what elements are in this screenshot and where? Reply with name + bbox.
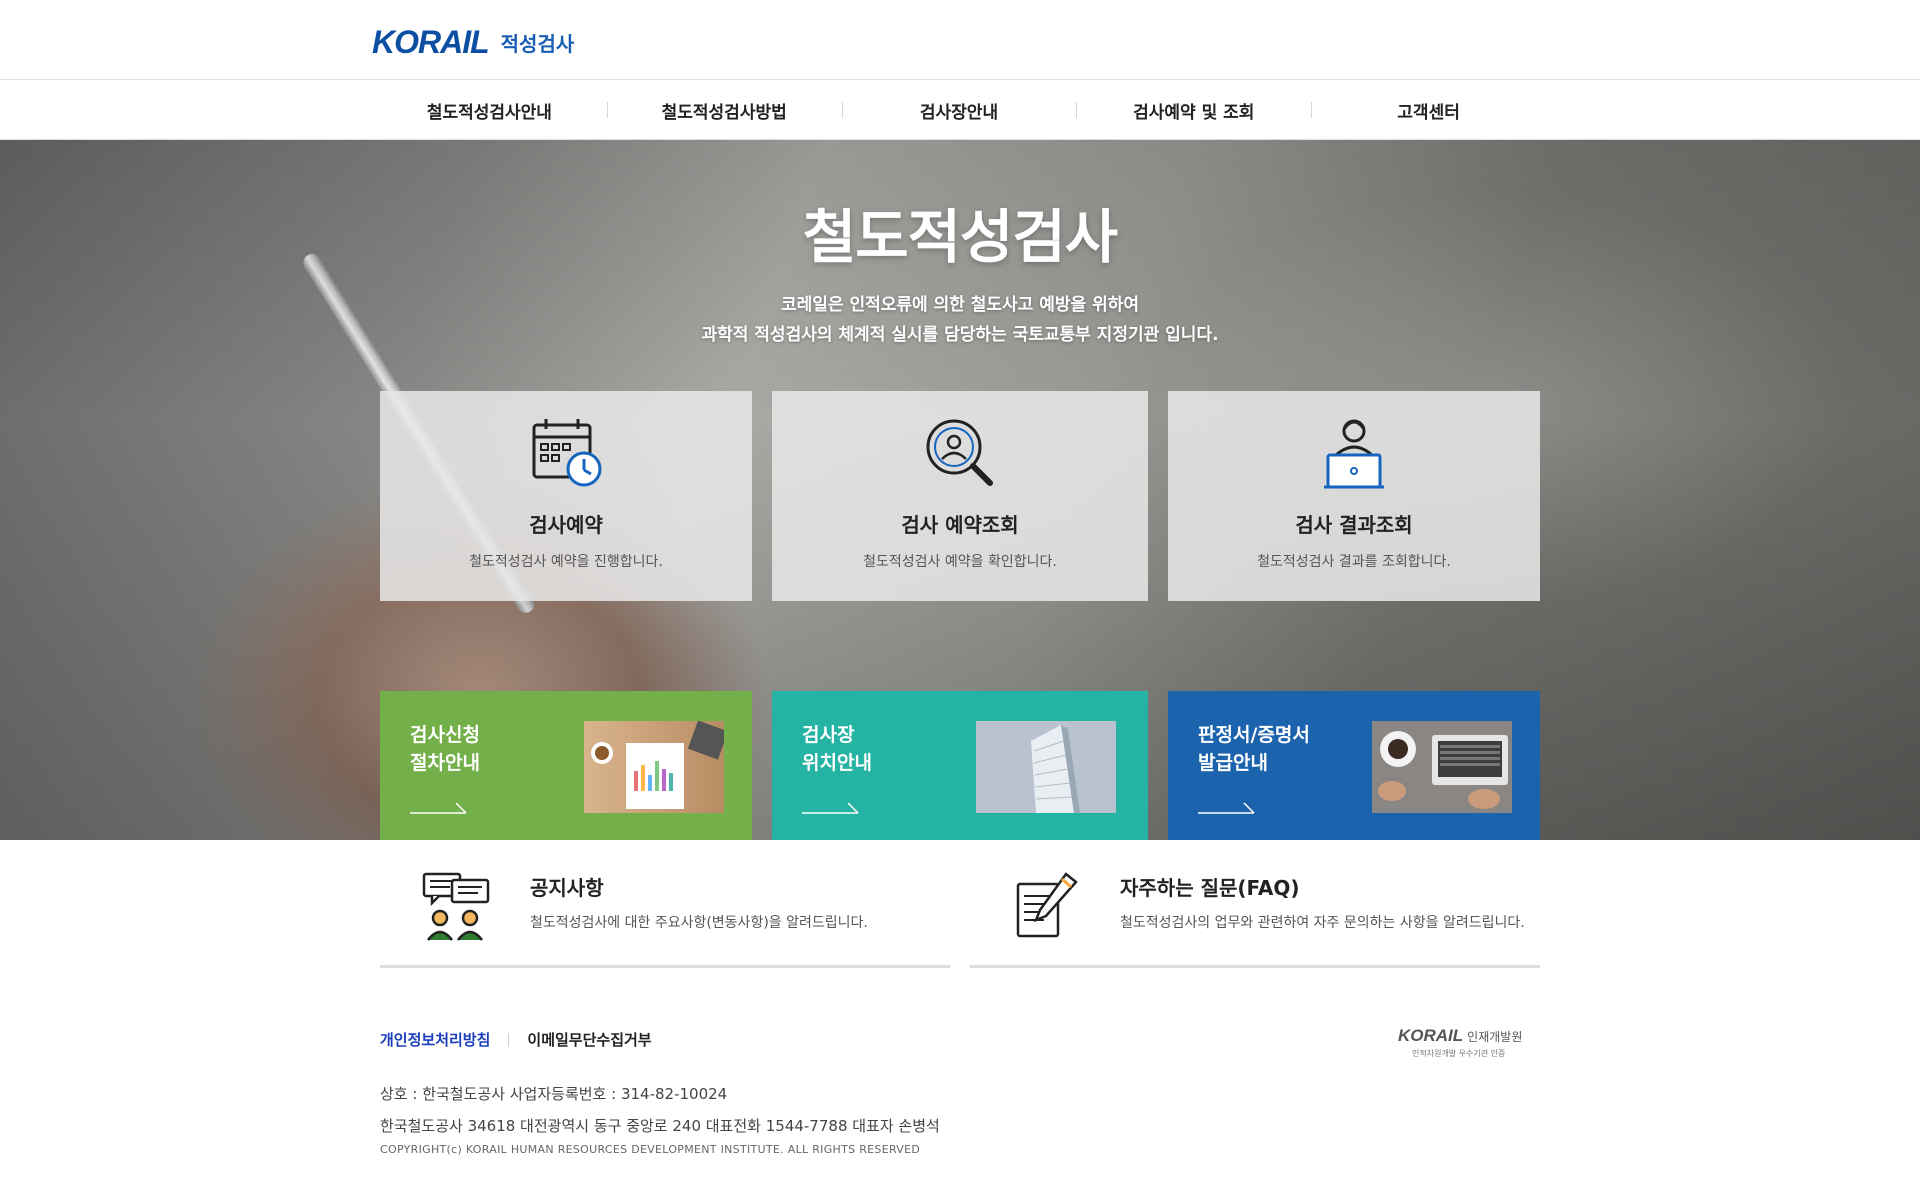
calendar-clock-icon [532,419,602,487]
banner-application-process[interactable]: 검사신청 절차안내 [380,691,752,840]
banner-line1: 판정서/증명서 [1198,724,1310,746]
banner-line2: 절차안내 [410,752,480,774]
card-reservation[interactable]: 검사예약 철도적성검사 예약을 진행합니다. [380,391,752,601]
footer-logo: KORAIL 인재개발원 인적자원개발 우수기관 인증 [1398,1026,1522,1059]
hero-title: 철도적성검사 [802,203,1118,271]
card-title: 검사 결과조회 [1295,513,1413,537]
card-title: 검사예약 [529,513,603,537]
hero-desc-line1: 코레일은 인적오류에 의한 철도사고 예방을 위하여 [780,295,1140,315]
service-cards: 검사예약 철도적성검사 예약을 진행합니다. 검사 예약조회 철도적성검사 예약… [380,391,1540,601]
banner-text: 검사장 위치안내 [802,721,872,777]
nav-item-reservation[interactable]: 검사예약 및 조회 [1076,80,1311,140]
banner-text: 검사신청 절차안내 [410,721,480,777]
notice-title: 공지사항 [530,876,604,900]
address-info: 한국철도공사 34618 대전광역시 동구 중앙로 240 대표전화 1544-… [380,1117,940,1135]
banner-line2: 발급안내 [1198,752,1268,774]
card-title: 검사 예약조회 [901,513,1019,537]
arrow-right-icon [410,802,467,814]
nav-item-aptitude-method[interactable]: 철도적성검사방법 [606,80,842,140]
nav-list: 철도적성검사안내 철도적성검사방법 검사장안내 검사예약 및 조회 고객센터 [372,80,1546,140]
korail-logo-text: KORAIL [372,24,490,60]
banner-test-center-location[interactable]: 검사장 위치안내 [772,691,1148,840]
laptop-coffee-image [1372,721,1512,813]
footer-links: 개인정보처리방침 이메일무단수집거부 [380,1029,652,1050]
main-nav: 철도적성검사안내 철도적성검사방법 검사장안내 검사예약 및 조회 고객센터 [0,80,1920,140]
magnifier-person-icon [926,419,993,486]
notice-section[interactable]: 공지사항 철도적성검사에 대한 주요사항(변동사항)을 알려드립니다. [380,840,950,968]
hero-section: 철도적성검사 코레일은 인적오류에 의한 철도사고 예방을 위하여 과학적 적성… [0,140,1920,840]
footer-logo-cert: 인적자원개발 우수기관 인증 [1412,1049,1506,1058]
nav-item-test-center[interactable]: 검사장안내 [841,80,1077,140]
footer-logo-dept: 인재개발원 [1467,1030,1523,1044]
banner-line2: 위치안내 [802,752,872,774]
card-reservation-lookup[interactable]: 검사 예약조회 철도적성검사 예약을 확인합니다. [772,391,1148,601]
hero-desc-line2: 과학적 적성검사의 체계적 실시를 담당하는 국토교통부 지정기관 입니다. [701,325,1219,345]
arrow-right-icon [1198,802,1255,814]
banner-line1: 검사신청 [410,724,480,746]
banner-text: 판정서/증명서 발급안내 [1198,721,1310,777]
faq-desc: 철도적성검사의 업무와 관련하여 자주 문의하는 사항을 알려드립니다. [1120,915,1525,931]
faq-title: 자주하는 질문(FAQ) [1120,876,1300,900]
desk-chart-image [584,721,724,813]
nav-item-aptitude-info[interactable]: 철도적성검사안내 [372,80,607,140]
email-refuse-link[interactable]: 이메일무단수집거부 [527,1029,651,1050]
footer-separator [508,1032,510,1047]
card-result-lookup[interactable]: 검사 결과조회 철도적성검사 결과를 조회합니다. [1168,391,1540,601]
document-pen-icon [1016,872,1078,938]
footer-logo-korail: KORAIL [1398,1026,1464,1045]
company-info: 상호 : 한국철도공사 사업자등록번호 : 314-82-10024 [380,1085,728,1103]
nav-item-customer-center[interactable]: 고객센터 [1311,80,1546,140]
site-logo[interactable]: KORAIL 적성검사 [372,24,574,61]
person-laptop-icon [1324,419,1384,489]
banner-certificate-issuance[interactable]: 판정서/증명서 발급안내 [1168,691,1540,840]
divider [380,965,950,968]
building-image [976,721,1116,813]
chat-people-icon [422,872,490,941]
notice-desc: 철도적성검사에 대한 주요사항(변동사항)을 알려드립니다. [530,915,868,931]
banner-line1: 검사장 [802,724,855,746]
divider [970,965,1540,968]
privacy-policy-link[interactable]: 개인정보처리방침 [380,1029,490,1050]
hero-description: 코레일은 인적오류에 의한 철도사고 예방을 위하여 과학적 적성검사의 체계적… [0,290,1920,350]
card-desc: 철도적성검사 예약을 확인합니다. [863,554,1057,570]
faq-section[interactable]: 자주하는 질문(FAQ) 철도적성검사의 업무와 관련하여 자주 문의하는 사항… [970,840,1540,968]
footer-info: 상호 : 한국철도공사 사업자등록번호 : 314-82-10024 한국철도공… [380,1078,940,1142]
copyright: COPYRIGHT(c) KORAIL HUMAN RESOURCES DEVE… [380,1143,921,1156]
card-desc: 철도적성검사 결과를 조회합니다. [1257,554,1451,570]
site-header: KORAIL 적성검사 [0,0,1920,80]
logo-subtitle: 적성검사 [500,32,575,56]
footer-logo-main: KORAIL 인재개발원 [1398,1026,1522,1046]
arrow-right-icon [802,802,859,814]
card-desc: 철도적성검사 예약을 진행합니다. [469,554,663,570]
